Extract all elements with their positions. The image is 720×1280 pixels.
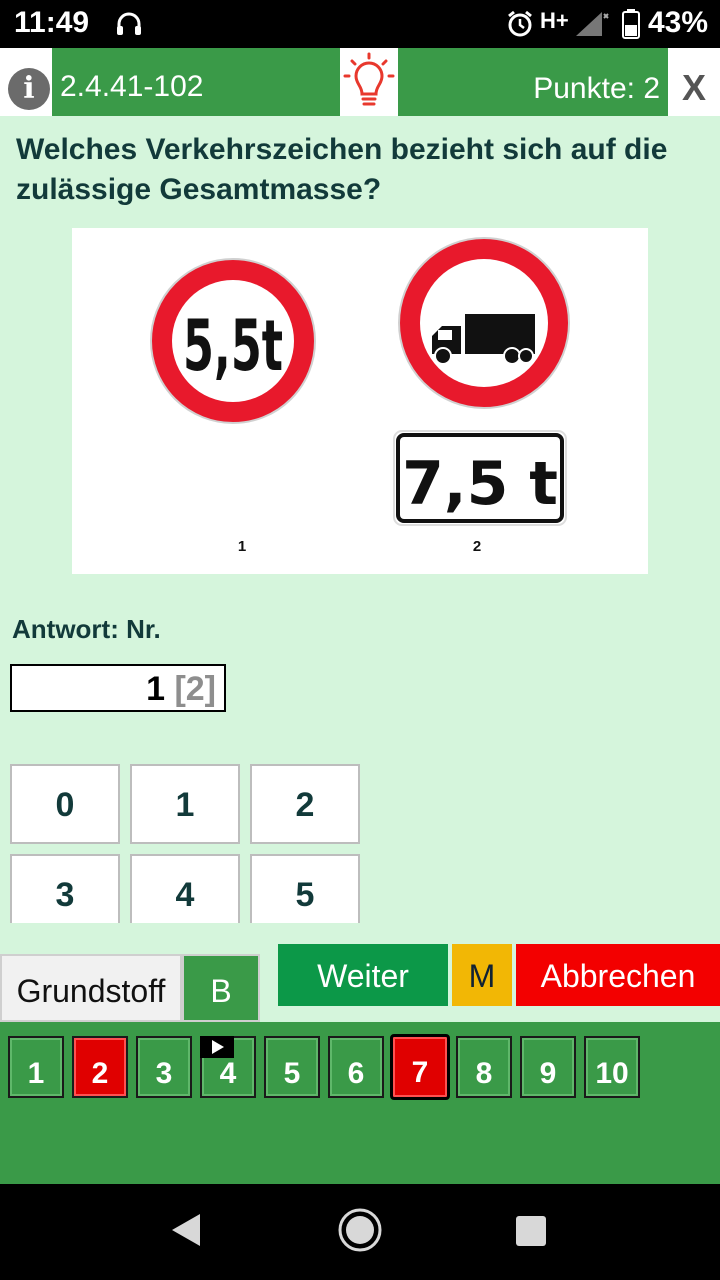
info-button[interactable]: i	[8, 68, 50, 110]
mark-button[interactable]: M	[452, 944, 512, 1006]
hint-button[interactable]	[340, 48, 398, 116]
key-0[interactable]: 0	[10, 764, 120, 844]
sign-truck-prohibition: 7,5 t	[393, 237, 570, 526]
tab-b[interactable]: B	[182, 954, 260, 1022]
question-id: 2.4.41-102	[52, 48, 340, 116]
question-tile-6[interactable]: 6	[328, 1036, 384, 1098]
battery-percentage: 43%	[648, 6, 709, 39]
question-tile-10[interactable]: 10	[584, 1036, 640, 1098]
key-2[interactable]: 2	[250, 764, 360, 844]
question-tile-1[interactable]: 1	[8, 1036, 64, 1098]
status-bar: 11:49 H+ 43%	[0, 0, 720, 48]
correct-answer: [2]	[174, 670, 216, 708]
signal-icon	[574, 10, 610, 43]
score-value: 2	[643, 72, 660, 105]
alarm-icon	[506, 10, 534, 43]
question-tile-7[interactable]: 7	[390, 1034, 450, 1100]
back-icon[interactable]	[170, 1212, 202, 1253]
question-text: Welches Verkehrszeichen bezieht sich auf…	[16, 133, 668, 206]
question-tile-3[interactable]: 3	[136, 1036, 192, 1098]
sign1-text: 5,5t	[183, 305, 283, 387]
battery-icon	[622, 9, 640, 44]
headphones-icon	[116, 12, 142, 41]
key-4[interactable]: 4	[130, 854, 240, 923]
score-display: Punkte: 2	[398, 48, 668, 116]
tab-grundstoff[interactable]: Grundstoff	[0, 954, 182, 1022]
network-type: H+	[540, 8, 569, 33]
home-icon[interactable]	[336, 1206, 384, 1259]
info-icon: i	[23, 71, 35, 106]
close-button[interactable]: X	[668, 48, 720, 116]
key-5[interactable]: 5	[250, 854, 360, 923]
cancel-button[interactable]: Abbrechen	[516, 944, 720, 1006]
recent-apps-icon[interactable]	[516, 1216, 546, 1246]
sign-weight-limit: 5,5t	[150, 258, 316, 424]
sign2-plate-text: 7,5 t	[402, 449, 558, 519]
sign1-number: 1	[238, 538, 246, 555]
question-tile-8[interactable]: 8	[456, 1036, 512, 1098]
sign2-number: 2	[473, 538, 481, 555]
question-tile-5[interactable]: 5	[264, 1036, 320, 1098]
key-3[interactable]: 3	[10, 854, 120, 923]
question-tile-9[interactable]: 9	[520, 1036, 576, 1098]
score-label: Punkte:	[533, 72, 635, 105]
answer-label: Antwort: Nr.	[12, 614, 161, 644]
play-marker-icon	[200, 1036, 234, 1058]
question-image: 5,5t 7,5 t 1 2	[72, 228, 648, 574]
next-button[interactable]: Weiter	[278, 944, 448, 1006]
number-keypad: 0 1 2 3 4 5	[0, 764, 720, 923]
status-time: 11:49	[14, 6, 90, 39]
lightbulb-icon	[343, 52, 395, 106]
key-1[interactable]: 1	[130, 764, 240, 844]
answer-input[interactable]: 1 [2]	[10, 664, 226, 712]
answer-value: 1	[146, 670, 165, 708]
question-tile-2[interactable]: 2	[72, 1036, 128, 1098]
